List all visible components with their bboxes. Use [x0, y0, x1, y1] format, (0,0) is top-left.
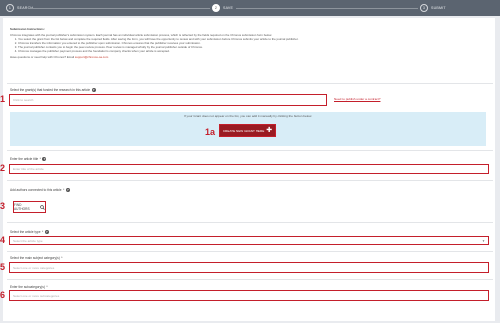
annotation-5: 5 — [0, 262, 6, 272]
divider — [7, 150, 493, 151]
annotation-4: 4 — [0, 235, 6, 245]
annotation-1a: 1a — [205, 127, 216, 137]
annotation-3: 3 — [0, 201, 6, 211]
authors-label: Add authors connected to this article * … — [10, 188, 70, 192]
authors-label-text: Add authors connected to this article — [10, 188, 62, 192]
article-type-select[interactable]: Select the article type ▼ — [9, 236, 489, 245]
required-marker: * — [63, 188, 65, 192]
search-icon — [40, 204, 45, 210]
subject-category-select[interactable]: Select one or more categories — [9, 262, 489, 273]
instructions-title: Submission Instructions: — [10, 27, 45, 31]
required-marker: * — [39, 157, 41, 161]
grants-label: Select the grant(s) that funded the rese… — [10, 88, 96, 92]
step-label: SUBMIT — [431, 6, 446, 10]
divider — [7, 180, 493, 181]
progress-stepper: 1 SEARCH 2 SAVE 3 SUBMIT — [0, 0, 500, 16]
publish-under-contract-link[interactable]: Need to publish under a contract? — [334, 97, 380, 101]
create-grant-label: CREATE NEW GRANT HERE — [222, 128, 265, 133]
step-save[interactable]: 2 SAVE — [212, 3, 233, 13]
grants-label-text: Select the grant(s) that funded the rese… — [10, 88, 91, 92]
subcategory-select[interactable]: Select one or more subcategories — [9, 290, 489, 301]
help-icon[interactable]: ? — [44, 230, 49, 234]
find-authors-button[interactable]: FIND AUTHORS — [13, 201, 46, 213]
divider — [7, 222, 493, 223]
support-email-link[interactable]: support@chronos-oa.com — [75, 55, 108, 59]
required-marker: * — [46, 285, 48, 289]
step-connector — [236, 7, 418, 9]
step-label: SAVE — [223, 6, 234, 10]
contact-text: Have questions or need help with Chronos… — [10, 54, 75, 59]
step-submit[interactable]: 3 SUBMIT — [420, 3, 446, 13]
article-title-label: Enter the article title * ? — [10, 157, 47, 161]
grant-search-input[interactable]: Click to search — [9, 94, 327, 106]
required-marker: * — [61, 256, 63, 260]
annotation-1: 1 — [0, 94, 6, 104]
divider — [7, 83, 493, 84]
find-authors-label: FIND AUTHORS — [14, 203, 30, 211]
article-title-label-text: Enter the article title — [10, 157, 39, 161]
subcategory-label: Enter the subcategory(s) * — [10, 285, 48, 289]
article-type-placeholder: Select the article type — [13, 238, 43, 243]
article-title-input[interactable]: Enter title of the article — [9, 164, 489, 174]
help-icon[interactable]: ? — [91, 88, 96, 92]
grant-info-text: If your Grant does not appear on the lis… — [183, 114, 313, 118]
list-item: Chronos manages the publisher payment pr… — [18, 49, 480, 53]
article-type-label-text: Select the article type — [10, 230, 41, 234]
annotation-2: 2 — [0, 163, 6, 173]
subject-label-text: Select the main subject category(s) — [10, 256, 60, 260]
step-number: 3 — [420, 4, 428, 12]
chevron-down-icon: ▼ — [482, 238, 485, 243]
submission-instructions: Submission Instructions: Chronos integra… — [10, 27, 480, 59]
create-grant-button[interactable]: CREATE NEW GRANT HERE ✚ — [219, 124, 276, 137]
divider — [7, 279, 493, 280]
required-marker: * — [41, 230, 44, 234]
step-connector — [28, 7, 210, 9]
step-number: 1 — [6, 4, 14, 12]
annotation-6: 6 — [0, 290, 6, 300]
divider — [7, 251, 493, 252]
help-icon[interactable]: ? — [65, 188, 70, 192]
contact-line: Have questions or need help with Chronos… — [10, 55, 480, 59]
help-icon[interactable]: ? — [42, 157, 47, 161]
instructions-list: You select the grant from the list below… — [18, 37, 480, 53]
article-type-label: Select the article type * ? — [10, 230, 49, 234]
plus-icon: ✚ — [266, 127, 273, 134]
subcategory-label-text: Enter the subcategory(s) — [10, 285, 45, 289]
subject-label: Select the main subject category(s) * — [10, 256, 63, 260]
step-number: 2 — [212, 4, 220, 12]
